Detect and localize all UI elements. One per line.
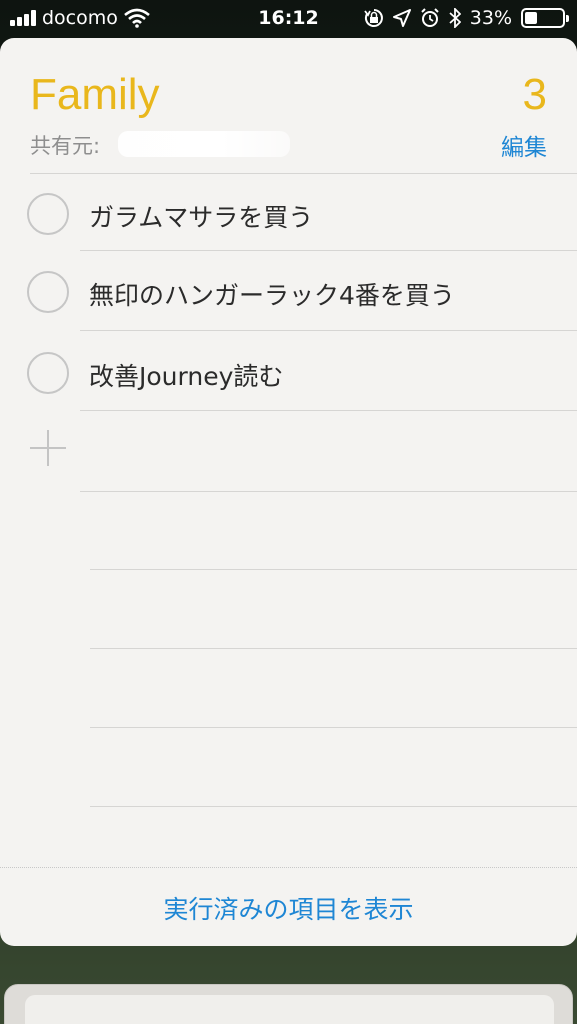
status-bar: docomo 16:12 33% [0, 0, 577, 38]
show-completed-button[interactable]: 実行済みの項目を表示 [0, 890, 577, 926]
list-title[interactable]: Family [30, 70, 160, 120]
edit-button[interactable]: 編集 [501, 128, 547, 162]
list-item-text[interactable]: 無印のハンガーラック4番を買う [89, 276, 455, 312]
location-icon [392, 9, 411, 27]
checkbox[interactable] [27, 352, 69, 394]
bluetooth-icon [449, 8, 461, 28]
battery-percent: 33% [469, 7, 512, 29]
row-divider [90, 569, 577, 570]
row-divider [80, 250, 577, 251]
list-item-text[interactable]: ガラムマサラを買う [89, 198, 313, 234]
checkbox[interactable] [27, 271, 69, 313]
battery-level [525, 12, 537, 24]
reminders-list-card: Family 3 共有元: 編集 ガラムマサラを買う 無印のハンガーラック4番を… [0, 38, 577, 946]
list-item[interactable]: ガラムマサラを買う [0, 174, 577, 254]
row-divider [80, 330, 577, 331]
shared-by-label: 共有元: [30, 134, 101, 158]
row-divider [90, 727, 577, 728]
add-icon[interactable] [30, 430, 66, 466]
row-divider [90, 648, 577, 649]
row-divider [80, 410, 577, 411]
list-item[interactable]: 無印のハンガーラック4番を買う [0, 252, 577, 332]
checkbox[interactable] [27, 193, 69, 235]
status-right: 33% [364, 7, 569, 29]
row-divider [90, 806, 577, 807]
row-divider [80, 491, 577, 492]
orientation-lock-icon [364, 9, 383, 27]
list-item-text[interactable]: 改善Journey読む [89, 357, 283, 393]
battery-icon [521, 8, 569, 28]
list-item[interactable]: 改善Journey読む [0, 333, 577, 413]
alarm-icon [421, 8, 439, 27]
item-count: 3 [522, 70, 547, 119]
next-list-card[interactable] [4, 984, 573, 1024]
footer-divider [0, 867, 577, 868]
redacted-name [118, 131, 290, 157]
